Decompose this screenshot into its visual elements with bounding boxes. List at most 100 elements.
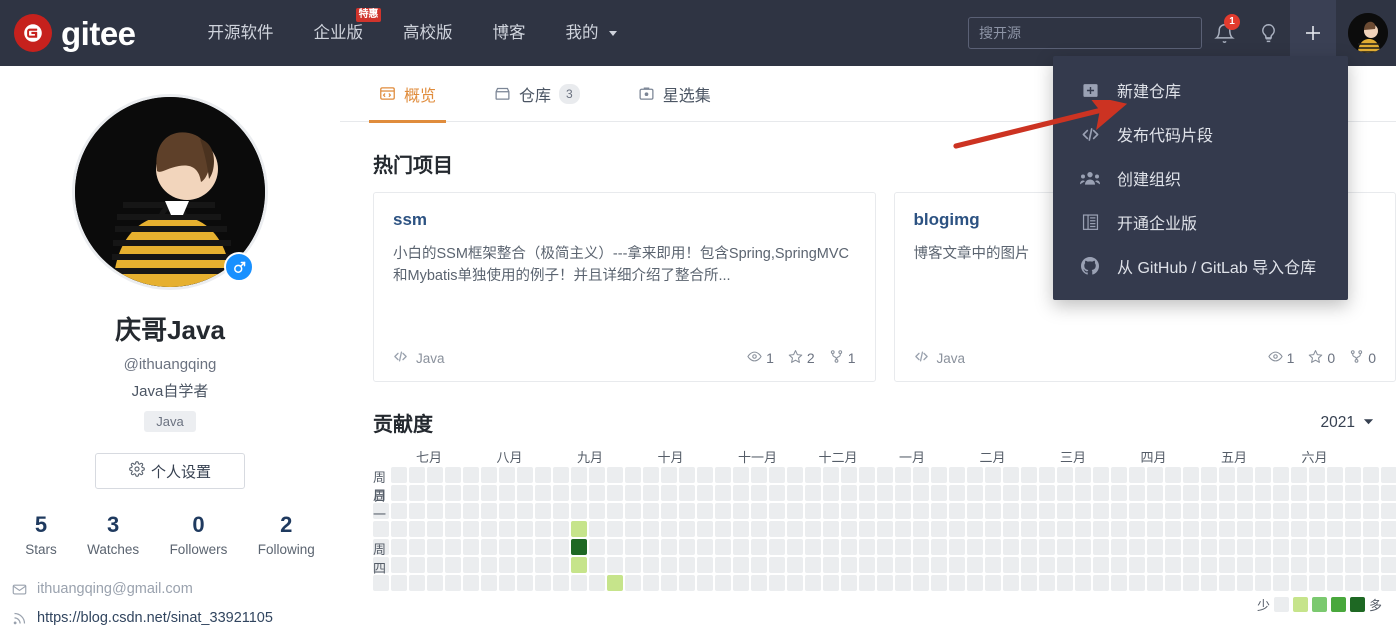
calendar-day-cell[interactable]	[823, 503, 839, 519]
calendar-day-cell[interactable]	[1147, 557, 1163, 573]
calendar-day-cell[interactable]	[373, 575, 389, 591]
calendar-day-cell[interactable]	[589, 521, 605, 537]
calendar-day-cell[interactable]	[607, 467, 623, 483]
calendar-day-cell[interactable]	[391, 485, 407, 501]
calendar-day-cell[interactable]	[697, 539, 713, 555]
calendar-day-cell[interactable]	[517, 521, 533, 537]
calendar-day-cell[interactable]	[1255, 485, 1271, 501]
calendar-day-cell[interactable]	[409, 467, 425, 483]
calendar-day-cell[interactable]	[427, 575, 443, 591]
calendar-day-cell[interactable]	[1255, 467, 1271, 483]
calendar-day-cell[interactable]	[877, 557, 893, 573]
calendar-day-cell[interactable]	[1129, 503, 1145, 519]
calendar-day-cell[interactable]	[463, 539, 479, 555]
calendar-day-cell[interactable]	[517, 503, 533, 519]
calendar-day-cell[interactable]	[1003, 467, 1019, 483]
calendar-day-cell[interactable]	[1381, 503, 1396, 519]
calendar-day-cell[interactable]	[1381, 521, 1396, 537]
calendar-day-cell[interactable]	[805, 539, 821, 555]
calendar-day-cell[interactable]	[1165, 521, 1181, 537]
calendar-day-cell[interactable]	[1129, 539, 1145, 555]
calendar-day-cell[interactable]	[1183, 557, 1199, 573]
calendar-day-cell[interactable]	[589, 539, 605, 555]
calendar-day-cell[interactable]	[913, 557, 929, 573]
calendar-day-cell[interactable]	[967, 539, 983, 555]
calendar-day-cell[interactable]	[823, 467, 839, 483]
calendar-day-cell[interactable]	[1219, 467, 1235, 483]
calendar-day-cell[interactable]	[1363, 467, 1379, 483]
calendar-day-cell[interactable]	[697, 557, 713, 573]
calendar-day-cell[interactable]	[499, 575, 515, 591]
calendar-day-cell[interactable]	[1057, 503, 1073, 519]
calendar-day-cell[interactable]	[949, 467, 965, 483]
calendar-day-cell[interactable]	[553, 539, 569, 555]
calendar-day-cell[interactable]	[1165, 575, 1181, 591]
calendar-day-cell[interactable]	[715, 557, 731, 573]
calendar-day-cell[interactable]	[985, 467, 1001, 483]
tab-repositories[interactable]: 仓库 3	[488, 66, 586, 122]
calendar-day-cell[interactable]	[859, 485, 875, 501]
calendar-day-cell[interactable]	[1291, 503, 1307, 519]
calendar-day-cell[interactable]	[1327, 539, 1343, 555]
calendar-day-cell[interactable]	[1291, 485, 1307, 501]
calendar-day-cell[interactable]	[913, 485, 929, 501]
calendar-day-cell[interactable]	[1111, 575, 1127, 591]
calendar-day-cell[interactable]	[643, 575, 659, 591]
calendar-day-cell[interactable]	[1309, 557, 1325, 573]
project-card[interactable]: ssm 小白的SSM框架整合（极简主义）---拿来即用！包含Spring,Spr…	[373, 192, 876, 382]
calendar-day-cell[interactable]	[859, 467, 875, 483]
calendar-day-cell[interactable]	[841, 467, 857, 483]
calendar-day-cell[interactable]	[1273, 557, 1289, 573]
calendar-day-cell[interactable]	[1021, 503, 1037, 519]
calendar-day-cell[interactable]	[607, 557, 623, 573]
calendar-day-cell[interactable]	[715, 503, 731, 519]
nav-item-opensource[interactable]: 开源软件	[188, 0, 294, 66]
calendar-day-cell[interactable]	[1255, 521, 1271, 537]
calendar-day-cell[interactable]	[1039, 467, 1055, 483]
calendar-day-cell[interactable]	[679, 485, 695, 501]
calendar-day-cell[interactable]	[1327, 575, 1343, 591]
calendar-day-cell[interactable]	[751, 467, 767, 483]
calendar-day-cell[interactable]	[553, 557, 569, 573]
calendar-day-cell[interactable]	[1057, 539, 1073, 555]
project-name[interactable]: ssm	[393, 210, 856, 230]
calendar-day-cell[interactable]	[697, 575, 713, 591]
calendar-day-cell[interactable]	[463, 485, 479, 501]
personal-settings-button[interactable]: 个人设置	[95, 453, 245, 489]
calendar-day-cell[interactable]	[409, 575, 425, 591]
calendar-day-cell[interactable]	[1021, 557, 1037, 573]
calendar-day-cell[interactable]	[463, 467, 479, 483]
calendar-day-cell[interactable]	[1309, 503, 1325, 519]
calendar-day-cell[interactable]	[1075, 503, 1091, 519]
calendar-day-cell[interactable]	[643, 485, 659, 501]
calendar-day-cell[interactable]	[1093, 467, 1109, 483]
calendar-day-cell[interactable]	[1111, 521, 1127, 537]
calendar-day-cell[interactable]	[1057, 557, 1073, 573]
calendar-day-cell[interactable]	[715, 539, 731, 555]
calendar-day-cell[interactable]	[1165, 467, 1181, 483]
calendar-day-cell[interactable]	[1147, 467, 1163, 483]
calendar-day-cell[interactable]	[1093, 485, 1109, 501]
calendar-day-cell[interactable]	[409, 485, 425, 501]
calendar-day-cell[interactable]	[661, 539, 677, 555]
calendar-day-cell[interactable]	[481, 575, 497, 591]
calendar-day-cell[interactable]	[967, 485, 983, 501]
calendar-day-cell[interactable]	[463, 575, 479, 591]
calendar-day-cell[interactable]	[1093, 575, 1109, 591]
calendar-day-cell[interactable]	[1201, 575, 1217, 591]
calendar-day-cell[interactable]	[697, 485, 713, 501]
calendar-day-cell[interactable]	[1219, 503, 1235, 519]
calendar-day-cell[interactable]	[445, 521, 461, 537]
calendar-day-cell[interactable]	[1111, 467, 1127, 483]
calendar-day-cell[interactable]	[1309, 575, 1325, 591]
calendar-day-cell[interactable]	[769, 521, 785, 537]
calendar-day-cell[interactable]	[1021, 539, 1037, 555]
calendar-day-cell[interactable]	[589, 467, 605, 483]
calendar-day-cell[interactable]	[1273, 521, 1289, 537]
calendar-day-cell[interactable]	[931, 557, 947, 573]
calendar-day-cell[interactable]	[841, 503, 857, 519]
menu-item-create-organization[interactable]: 创建组织	[1053, 156, 1348, 200]
calendar-day-cell[interactable]	[391, 521, 407, 537]
calendar-day-cell[interactable]	[859, 521, 875, 537]
calendar-day-cell[interactable]	[571, 467, 587, 483]
